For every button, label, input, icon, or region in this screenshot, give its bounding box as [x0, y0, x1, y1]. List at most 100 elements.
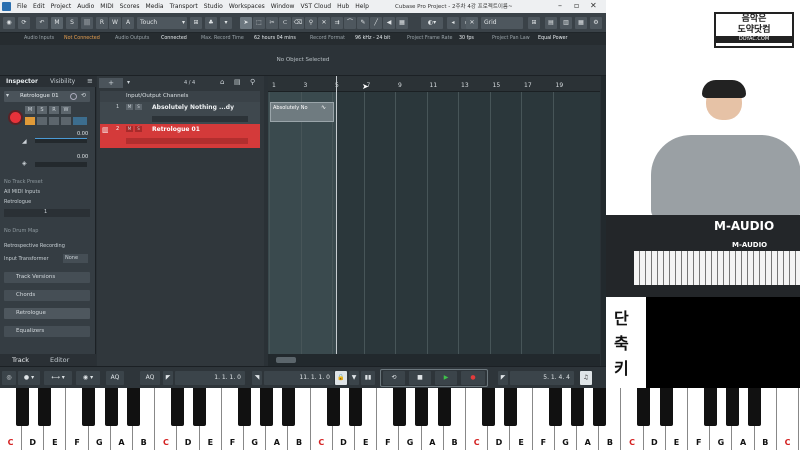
- object-selection-icon[interactable]: ➤: [240, 17, 252, 29]
- play-icon[interactable]: ▶: [435, 371, 457, 385]
- edit-instrument-icon[interactable]: [70, 93, 77, 100]
- menu-transport[interactable]: Transport: [167, 3, 201, 10]
- dropdown-icon[interactable]: ▾: [220, 17, 232, 29]
- monitor-button[interactable]: [25, 117, 35, 125]
- lock-icon[interactable]: [37, 117, 47, 125]
- menu-vst-cloud[interactable]: VST Cloud: [297, 3, 334, 10]
- track-2-mute[interactable]: M: [126, 126, 133, 132]
- metronome-icon[interactable]: ♫: [580, 371, 592, 385]
- project-window[interactable]: 135791113151719 Absolutely No ∿ ➤: [268, 76, 600, 366]
- scrollbar-thumb[interactable]: [276, 357, 296, 363]
- menu-edit[interactable]: Edit: [30, 3, 48, 10]
- aq-button[interactable]: AQ: [106, 371, 124, 385]
- settings-gear-icon[interactable]: ⚙: [590, 17, 602, 29]
- lanes-button[interactable]: [73, 117, 87, 125]
- midi-input-field[interactable]: All MIDI Inputs: [4, 189, 90, 195]
- record-icon[interactable]: ●: [461, 371, 485, 385]
- menu-workspaces[interactable]: Workspaces: [226, 3, 268, 10]
- track-1-solo[interactable]: S: [135, 104, 142, 110]
- midi-output-field[interactable]: Retrologue: [4, 199, 90, 205]
- right-locator-icon[interactable]: ◥: [252, 371, 262, 385]
- quantize-icon[interactable]: ⊞: [528, 17, 540, 29]
- menu-help[interactable]: Help: [352, 3, 372, 10]
- snap-menu-icon[interactable]: ◐▾: [421, 17, 443, 29]
- marker-icon[interactable]: ▼: [349, 371, 359, 385]
- menu-studio[interactable]: Studio: [201, 3, 226, 10]
- folder-track[interactable]: Input/Output Channels: [100, 91, 260, 102]
- grid-select[interactable]: Grid: [481, 17, 523, 29]
- section-track-versions[interactable]: Track Versions: [4, 272, 90, 283]
- automation-mode-select[interactable]: Touch ▾: [137, 17, 187, 29]
- line-icon[interactable]: ╱: [370, 17, 382, 29]
- close-icon[interactable]: ✕: [590, 1, 597, 10]
- inspector-solo-button[interactable]: S: [37, 106, 47, 114]
- track-1-controls[interactable]: [152, 116, 248, 122]
- track-preset-field[interactable]: No Track Preset: [4, 179, 90, 185]
- inspector-mute-button[interactable]: M: [25, 106, 35, 114]
- mute-tool-icon[interactable]: ✕: [318, 17, 330, 29]
- position-field[interactable]: 5. 1. 4. 4: [510, 371, 574, 385]
- nudge-left-icon[interactable]: ◂: [447, 17, 459, 29]
- retrospective-recording-field[interactable]: Retrospective Recording: [4, 243, 90, 249]
- menu-audio[interactable]: Audio: [74, 3, 97, 10]
- solo-all-button[interactable]: S: [66, 17, 78, 29]
- edit-button[interactable]: [61, 117, 71, 125]
- track-2-solo[interactable]: S: [135, 126, 142, 132]
- menu-media[interactable]: Media: [143, 3, 167, 10]
- split-icon[interactable]: ✂: [266, 17, 278, 29]
- add-track-menu-icon[interactable]: ▾: [127, 79, 130, 86]
- punch-in-icon[interactable]: ● ▾: [18, 371, 40, 385]
- inspector-write-button[interactable]: W: [61, 106, 71, 114]
- input-transformer-select[interactable]: None: [63, 254, 88, 263]
- track-1-mute[interactable]: M: [126, 104, 133, 110]
- view-toggle-button[interactable]: |||: [81, 17, 93, 29]
- track-2-selected[interactable]: ▥ 2 M S Retrologue 01: [100, 124, 260, 148]
- list-icon[interactable]: ▤: [234, 78, 241, 86]
- color-icon[interactable]: ▦: [396, 17, 408, 29]
- menu-icon[interactable]: ≡: [87, 77, 93, 85]
- inspector-read-button[interactable]: R: [49, 106, 59, 114]
- snap-icon[interactable]: ✕: [466, 17, 478, 29]
- tab-editor[interactable]: Editor: [50, 356, 69, 364]
- layout-icon-3[interactable]: ▦: [575, 17, 587, 29]
- minimize-icon[interactable]: –: [558, 1, 562, 10]
- left-locator-field[interactable]: 1. 1. 1. 0: [175, 371, 245, 385]
- erase-icon[interactable]: ⌫: [292, 17, 304, 29]
- tab-visibility[interactable]: Visibility: [50, 78, 75, 85]
- menu-hub[interactable]: Hub: [334, 3, 352, 10]
- read-all-button[interactable]: R: [96, 17, 108, 29]
- menu-midi[interactable]: MIDI: [97, 3, 116, 10]
- layout-icon[interactable]: ▤: [545, 17, 557, 29]
- cycle-mode-icon[interactable]: ⟷ ▾: [44, 371, 72, 385]
- aq-toggle-button[interactable]: AQ: [140, 371, 160, 385]
- tab-track[interactable]: Track: [12, 356, 29, 364]
- comp-tool-icon[interactable]: ⇉: [331, 17, 343, 29]
- track-2-controls[interactable]: [126, 138, 248, 144]
- refresh-icon[interactable]: ⟲: [81, 92, 86, 99]
- left-locator-icon[interactable]: ◤: [163, 371, 173, 385]
- section-equalizers[interactable]: Equalizers: [4, 326, 90, 337]
- stop-icon[interactable]: ■: [409, 371, 431, 385]
- draw-icon[interactable]: ✎: [357, 17, 369, 29]
- lock-icon[interactable]: 🔒: [335, 371, 347, 385]
- ruler[interactable]: 135791113151719: [268, 76, 600, 92]
- time-warp-icon[interactable]: ⌒: [344, 17, 356, 29]
- section-retrologue[interactable]: Retrologue: [4, 308, 90, 319]
- section-chords[interactable]: Chords: [4, 290, 90, 301]
- maximize-icon[interactable]: ▫: [574, 1, 579, 10]
- add-track-button[interactable]: +: [99, 78, 123, 88]
- undo-icon[interactable]: ↶: [36, 17, 48, 29]
- search-icon[interactable]: ⚲: [250, 78, 255, 86]
- home-icon[interactable]: ⌂: [220, 78, 224, 86]
- record-enable-button[interactable]: [8, 110, 23, 125]
- project-cursor[interactable]: [336, 76, 337, 354]
- mute-all-button[interactable]: M: [51, 17, 63, 29]
- auto-quantize-icon[interactable]: ◉ ▾: [76, 371, 100, 385]
- pan-slider[interactable]: [35, 162, 87, 167]
- automation-button[interactable]: A: [122, 17, 134, 29]
- horizontal-scrollbar[interactable]: [268, 354, 600, 366]
- constrain-delay-button[interactable]: ⟳: [18, 17, 30, 29]
- project-activate-button[interactable]: ◉: [3, 17, 15, 29]
- menu-project[interactable]: Project: [48, 3, 75, 10]
- inspector-track-header[interactable]: ▾ Retrologue 01 ⟲: [4, 91, 90, 102]
